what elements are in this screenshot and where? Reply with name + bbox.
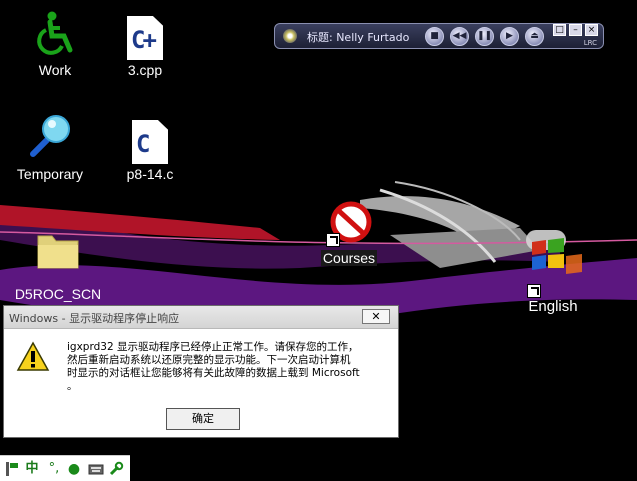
magnifier-icon [30, 115, 70, 157]
desktop-icon-d5roc-scn[interactable]: D5ROC_SCN [8, 230, 108, 302]
dialog-message: igxprd32 显示驱动程序已经停止正常工作。请保存您的工作， 然后重新启动系… [67, 341, 393, 393]
previous-button[interactable]: ◀◀ [450, 27, 469, 46]
desktop-icon-english[interactable]: English [513, 228, 593, 315]
player-restore-button[interactable]: □ [553, 24, 566, 36]
desktop-icon-label: D5ROC_SCN [14, 286, 102, 302]
cpp-file-icon: C+ [127, 16, 163, 60]
fullwidth-toggle[interactable]: ● [66, 461, 82, 477]
desktop-icon-3cpp[interactable]: C+ 3.cpp [112, 16, 178, 78]
disc-icon [283, 29, 297, 43]
media-player[interactable]: 标题: Nelly Furtado ■ ◀◀ ❚❚ ▶ ⏏ □ – × LRC [274, 23, 604, 49]
desktop-icon-courses[interactable]: Courses [316, 200, 382, 267]
c-file-icon: C [132, 120, 168, 164]
desktop-icon-label: Courses [320, 250, 378, 266]
dialog-message-line: 。 [67, 380, 78, 392]
shortcut-arrow-icon [527, 284, 541, 298]
folder-icon [37, 235, 79, 269]
desktop-icon-label: Temporary [16, 166, 84, 182]
shortcut-arrow-icon [326, 233, 340, 247]
player-minimize-button[interactable]: – [569, 24, 582, 36]
punctuation-toggle[interactable]: °, [46, 461, 62, 477]
error-dialog: Windows - 显示驱动程序停止响应 ✕ igxprd32 显示驱动程序已经… [3, 305, 399, 438]
desktop-icon-p8-14c[interactable]: C p8-14.c [117, 120, 183, 182]
next-button[interactable]: ▶ [500, 27, 519, 46]
desktop: Work C+ 3.cpp Temporary C p8-14.c D5ROC_… [0, 0, 637, 481]
eject-button[interactable]: ⏏ [525, 27, 544, 46]
keyboard-icon[interactable] [88, 461, 104, 477]
desktop-icon-temporary[interactable]: Temporary [8, 112, 92, 182]
dialog-message-line: 时显示的对话框让您能够将有关此故障的数据上载到 Microsoft [67, 367, 360, 379]
accessibility-icon [37, 11, 73, 55]
stop-button[interactable]: ■ [425, 27, 444, 46]
player-close-button[interactable]: × [585, 24, 598, 36]
desktop-icon-work[interactable]: Work [22, 10, 88, 78]
pause-button[interactable]: ❚❚ [475, 27, 494, 46]
dialog-titlebar[interactable]: Windows - 显示驱动程序停止响应 ✕ [4, 306, 398, 329]
dialog-message-line: 然后重新启动系统以还原完整的显示功能。下一次启动计算机 [67, 354, 351, 366]
dialog-close-button[interactable]: ✕ [362, 309, 390, 324]
desktop-icon-label: English [528, 298, 578, 315]
desktop-icon-label: 3.cpp [127, 62, 163, 78]
wrench-icon[interactable] [108, 461, 124, 477]
dialog-message-line: igxprd32 显示驱动程序已经停止正常工作。请保存您的工作， [67, 341, 359, 353]
desktop-icon-label: p8-14.c [126, 166, 174, 182]
warning-icon [16, 341, 50, 371]
lrc-toggle[interactable]: LRC [584, 39, 597, 47]
ok-button[interactable]: 确定 [166, 408, 240, 430]
windows-logo-icon [526, 230, 582, 274]
dialog-title: Windows - 显示驱动程序停止响应 [9, 312, 180, 325]
desktop-icon-label: Work [38, 62, 72, 78]
chinese-mode-toggle[interactable]: 中 [24, 461, 40, 477]
language-bar: 中 °, ● [0, 455, 130, 481]
player-track-title: 标题: Nelly Furtado [307, 31, 410, 44]
ime-toggle-icon[interactable] [5, 461, 19, 477]
